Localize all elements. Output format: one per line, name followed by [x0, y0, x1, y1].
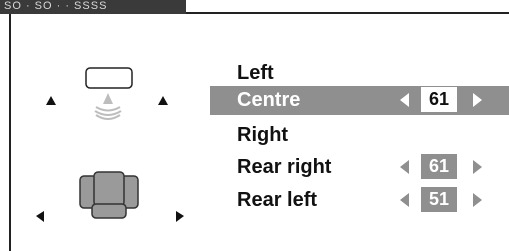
channel-row-rear-left[interactable]: Rear left 51 [210, 186, 509, 215]
decrease-arrow-icon[interactable] [400, 93, 409, 107]
increase-arrow-icon[interactable] [473, 93, 482, 107]
speaker-front-left-icon [46, 96, 56, 105]
channel-level-value: 61 [421, 87, 457, 112]
channel-label: Rear left [237, 189, 318, 211]
speaker-rear-left-icon [36, 211, 44, 222]
channel-label: Centre [237, 89, 301, 111]
sound-waves-icon [94, 93, 122, 120]
increase-arrow-icon[interactable] [473, 160, 482, 174]
channel-row-rear-right[interactable]: Rear right 61 [210, 153, 509, 182]
speaker-diagram [0, 0, 210, 251]
channel-label: Right [237, 124, 289, 146]
speaker-front-right-icon [158, 96, 168, 105]
armchair-icon [79, 171, 139, 219]
channel-level-value: 61 [421, 154, 457, 179]
decrease-arrow-icon[interactable] [400, 193, 409, 207]
channel-row-centre[interactable]: Centre 61 [210, 86, 509, 115]
channel-label: Left [237, 62, 274, 84]
speaker-rear-right-icon [176, 211, 184, 222]
channel-row-right[interactable]: Right [210, 121, 509, 150]
channel-row-left[interactable]: Left [210, 59, 509, 88]
channel-level-value: 51 [421, 187, 457, 212]
decrease-arrow-icon[interactable] [400, 160, 409, 174]
frame-top-border [186, 12, 509, 14]
increase-arrow-icon[interactable] [473, 193, 482, 207]
tv-screen-icon [85, 67, 133, 89]
channel-label: Rear right [237, 156, 332, 178]
